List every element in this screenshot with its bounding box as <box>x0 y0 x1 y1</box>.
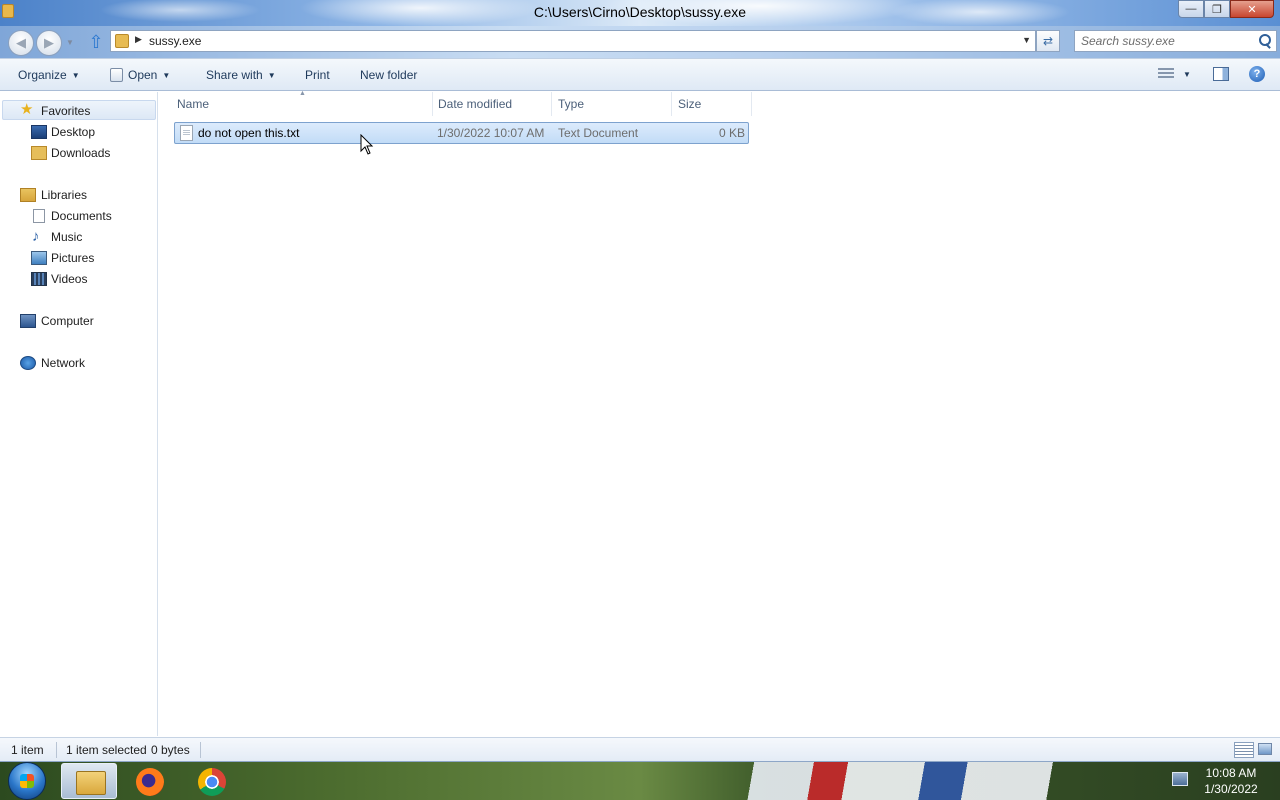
status-selected: 1 item selected <box>66 743 147 757</box>
pictures-icon <box>31 251 47 265</box>
details-view-icon[interactable] <box>1234 742 1254 758</box>
desktop-icon <box>31 125 47 139</box>
breadcrumb-current[interactable]: sussy.exe <box>149 34 201 48</box>
back-button[interactable]: ◀ <box>8 30 34 56</box>
recent-pages-dropdown[interactable]: ▼ <box>66 38 74 47</box>
chevron-down-icon: ▼ <box>267 71 276 80</box>
sort-ascending-icon: ▲ <box>299 90 306 97</box>
clock-time: 10:08 AM <box>1205 766 1257 780</box>
nav-music[interactable]: Music <box>51 230 82 244</box>
clock[interactable]: 10:08 AM 1/30/2022 <box>1196 765 1266 797</box>
mouse-cursor-icon <box>360 134 374 155</box>
column-header-name[interactable]: Name <box>177 97 209 111</box>
nav-computer[interactable]: Computer <box>41 314 94 328</box>
forward-arrow-icon: ▶ <box>44 35 54 50</box>
column-header-date-modified[interactable]: Date modified <box>438 97 512 111</box>
window-controls: — ❐ ✕ <box>1178 0 1274 18</box>
status-divider <box>56 742 57 758</box>
window-title: C:\Users\Cirno\Desktop\sussy.exe <box>533 4 747 20</box>
column-divider[interactable] <box>432 92 433 116</box>
libraries-icon <box>20 188 36 202</box>
address-history-dropdown[interactable]: ▼ <box>1022 35 1031 45</box>
breadcrumb-chevron-icon[interactable]: ▶ <box>135 34 142 45</box>
column-header-size[interactable]: Size <box>678 97 701 111</box>
documents-icon <box>33 209 45 223</box>
restore-icon: ❐ <box>1212 3 1222 16</box>
refresh-button[interactable]: ⇄ <box>1036 30 1060 52</box>
status-bar: 1 item 1 item selected 0 bytes <box>0 737 1280 761</box>
large-icons-view-icon[interactable] <box>1258 743 1272 755</box>
nav-videos[interactable]: Videos <box>51 272 87 286</box>
restore-button[interactable]: ❐ <box>1204 0 1230 18</box>
change-view-icon[interactable] <box>1158 68 1174 80</box>
file-size: 0 KB <box>718 126 745 140</box>
chrome-icon[interactable] <box>185 763 241 799</box>
organize-label: Organize <box>18 68 67 82</box>
windows-explorer-icon[interactable] <box>61 763 117 799</box>
nav-desktop[interactable]: Desktop <box>51 125 95 139</box>
open-label: Open <box>128 68 158 82</box>
close-button[interactable]: ✕ <box>1230 0 1274 18</box>
up-button[interactable]: ⇧ <box>87 32 105 52</box>
help-icon[interactable]: ? <box>1249 66 1265 82</box>
up-arrow-icon: ⇧ <box>88 32 104 52</box>
file-name: do not open this.txt <box>198 126 300 140</box>
file-row[interactable]: do not open this.txt 1/30/2022 10:07 AM … <box>174 122 749 144</box>
refresh-icon: ⇄ <box>1042 34 1054 48</box>
organize-button[interactable]: Organize ▼ <box>18 68 80 82</box>
column-header-type[interactable]: Type <box>558 97 584 111</box>
title-bar: C:\Users\Cirno\Desktop\sussy.exe — ❐ ✕ <box>0 0 1280 26</box>
print-button[interactable]: Print <box>305 68 330 82</box>
search-box[interactable] <box>1074 30 1277 52</box>
text-file-icon <box>180 125 193 141</box>
chevron-down-icon: ▼ <box>71 71 80 80</box>
command-bar <box>0 58 1280 91</box>
open-icon <box>110 68 123 82</box>
column-divider[interactable] <box>751 92 752 116</box>
folder-icon <box>115 34 129 48</box>
file-type: Text Document <box>558 126 639 140</box>
wallpaper-art <box>720 762 1140 800</box>
back-arrow-icon: ◀ <box>16 35 26 50</box>
status-bytes: 0 bytes <box>151 743 190 757</box>
share-with-button[interactable]: Share with ▼ <box>206 68 276 82</box>
preview-pane-icon[interactable] <box>1213 67 1229 81</box>
new-folder-button[interactable]: New folder <box>360 68 417 82</box>
status-divider <box>200 742 201 758</box>
computer-icon <box>20 314 36 328</box>
search-input[interactable] <box>1075 31 1245 51</box>
search-icon[interactable] <box>1258 33 1272 49</box>
column-divider[interactable] <box>551 92 552 116</box>
nav-favorites[interactable]: Favorites <box>41 104 90 118</box>
file-date-modified: 1/30/2022 10:07 AM <box>437 126 545 140</box>
videos-icon <box>31 272 47 286</box>
music-icon: ♪ <box>32 228 40 245</box>
nav-pictures[interactable]: Pictures <box>51 251 94 265</box>
clock-date: 1/30/2022 <box>1204 782 1258 796</box>
forward-button[interactable]: ▶ <box>36 30 62 56</box>
downloads-folder-icon <box>31 146 47 160</box>
file-list: ▲ Name Date modified Type Size do not op… <box>159 90 1280 736</box>
chevron-down-icon: ▼ <box>162 71 171 80</box>
start-button[interactable] <box>8 762 46 800</box>
status-item-count: 1 item <box>11 743 44 757</box>
nav-downloads[interactable]: Downloads <box>51 146 110 160</box>
close-icon: ✕ <box>1247 3 1257 16</box>
network-icon <box>20 356 36 370</box>
firefox-icon[interactable] <box>123 763 179 799</box>
network-tray-icon[interactable] <box>1172 772 1188 786</box>
nav-documents[interactable]: Documents <box>51 209 112 223</box>
minimize-button[interactable]: — <box>1178 0 1204 18</box>
column-divider[interactable] <box>671 92 672 116</box>
star-icon: ★ <box>20 101 34 118</box>
open-button[interactable]: Open ▼ <box>110 68 170 82</box>
share-with-label: Share with <box>206 68 263 82</box>
address-bar[interactable]: ▶ sussy.exe ▼ <box>110 30 1036 52</box>
nav-network[interactable]: Network <box>41 356 85 370</box>
more-options-chevron-icon[interactable]: ▼ <box>1183 70 1191 79</box>
minimize-icon: — <box>1185 3 1197 15</box>
nav-libraries[interactable]: Libraries <box>41 188 87 202</box>
